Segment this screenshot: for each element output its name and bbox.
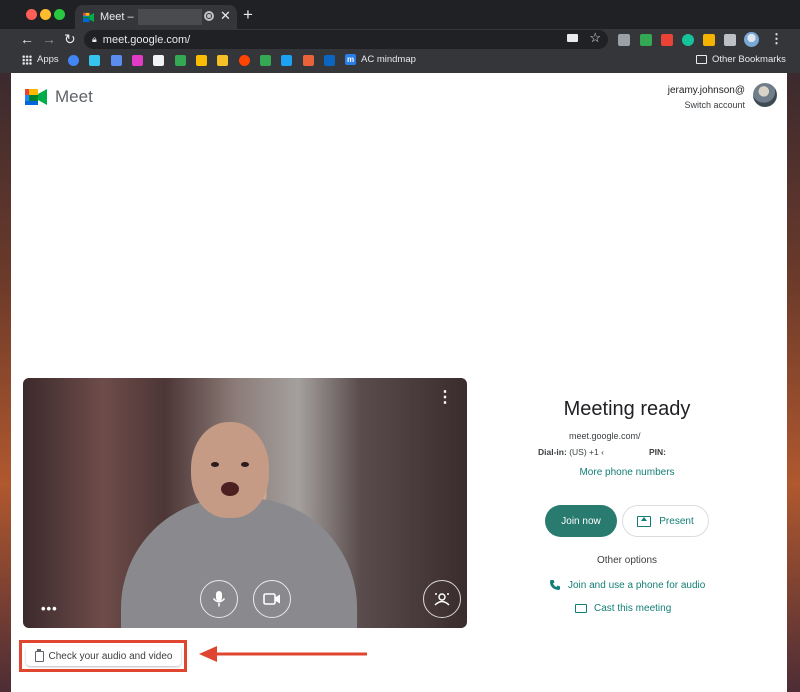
highlight-box: Check your audio and video xyxy=(19,640,187,672)
bookmark-icon[interactable] xyxy=(303,55,314,66)
bookmark-apps[interactable]: Apps xyxy=(22,54,59,65)
grammarly-icon[interactable] xyxy=(682,34,694,46)
other-bookmarks[interactable]: Other Bookmarks xyxy=(696,54,786,65)
bookmark-icon[interactable] xyxy=(260,55,271,66)
app-name: Meet xyxy=(55,87,93,106)
microphone-icon xyxy=(212,591,226,607)
extension-icon[interactable] xyxy=(618,34,630,46)
account-avatar[interactable] xyxy=(753,83,777,107)
visual-effects-icon xyxy=(434,593,450,606)
present-icon xyxy=(637,515,652,527)
eye xyxy=(241,462,249,467)
browser-chrome: Meet – ✕ + ← → ↻ 🔒︎ meet.google.com/ ☆ ⋮… xyxy=(0,0,800,73)
profile-avatar[interactable] xyxy=(744,32,759,47)
bookmark-icon[interactable] xyxy=(217,55,228,66)
account-info: jeramy.johnson@ Switch account xyxy=(668,85,745,110)
bookmark-label: AC mindmap xyxy=(361,54,416,65)
switch-account-link[interactable]: Switch account xyxy=(668,100,745,110)
dialin-number: (US) +1 ‹ xyxy=(569,447,604,457)
phone-audio-option[interactable]: Join and use a phone for audio xyxy=(549,579,705,591)
redacted-tab-text xyxy=(137,9,202,25)
extension-icon[interactable] xyxy=(703,34,715,46)
forward-arrow-icon[interactable]: → xyxy=(42,31,56,47)
apps-grid-icon xyxy=(22,54,32,65)
cast-option-label: Cast this meeting xyxy=(594,603,672,614)
microphone-button[interactable] xyxy=(200,580,238,618)
bookmark-icon[interactable] xyxy=(132,55,143,66)
bookmark-star-icon[interactable]: ☆ xyxy=(589,30,601,46)
camera-button[interactable] xyxy=(253,580,291,618)
navigation-bar: ← → ↻ 🔒︎ meet.google.com/ ☆ ⋮ xyxy=(0,29,800,49)
person-head xyxy=(191,422,269,518)
tab-strip: Meet – ✕ + xyxy=(0,0,800,29)
visual-effects-button[interactable] xyxy=(423,580,461,618)
minimize-window-button[interactable] xyxy=(40,9,51,20)
camera-icon xyxy=(263,593,280,605)
back-arrow-icon[interactable]: ← xyxy=(20,31,34,47)
bookmark-icon[interactable] xyxy=(89,55,100,66)
more-phone-numbers-link[interactable]: More phone numbers xyxy=(511,467,743,478)
check-audio-video-button[interactable]: Check your audio and video xyxy=(26,646,181,666)
url-text: meet.google.com/ xyxy=(102,33,191,46)
more-options-icon[interactable]: ••• xyxy=(41,601,58,616)
recording-indicator-icon xyxy=(204,11,214,21)
bookmark-icon[interactable] xyxy=(153,55,164,66)
meet-logo[interactable]: Meet xyxy=(25,87,93,107)
clipboard-icon xyxy=(34,648,44,662)
cast-meeting-option[interactable]: Cast this meeting xyxy=(575,603,671,614)
bookmark-label: Apps xyxy=(37,54,59,65)
new-tab-icon[interactable]: + xyxy=(243,5,253,25)
bookmark-ac-mindmap[interactable]: m AC mindmap xyxy=(345,54,416,65)
preview-options-icon[interactable]: ⋮ xyxy=(437,390,453,406)
meet-logo-icon xyxy=(25,89,47,105)
tab-title: Meet – xyxy=(100,11,134,23)
pin-label: PIN: xyxy=(649,447,666,457)
zoom-window-button[interactable] xyxy=(54,9,65,20)
other-options-heading: Other options xyxy=(596,555,658,566)
mindmap-icon: m xyxy=(345,54,356,65)
drive-icon[interactable] xyxy=(196,55,207,66)
lock-icon: 🔒︎ xyxy=(92,34,97,44)
folder-icon xyxy=(696,55,707,64)
extension-icon[interactable] xyxy=(661,34,673,46)
video-preview: ⋮ ••• xyxy=(23,378,467,628)
menu-dots-icon[interactable]: ⋮ xyxy=(770,31,783,47)
phone-option-label: Join and use a phone for audio xyxy=(568,579,706,591)
join-now-button[interactable]: Join now xyxy=(545,505,617,537)
dialin-label: Dial-in: xyxy=(538,447,567,457)
puzzle-icon[interactable] xyxy=(724,34,736,46)
tab-meet[interactable]: Meet – ✕ xyxy=(75,5,237,29)
address-bar[interactable]: 🔒︎ meet.google.com/ ☆ xyxy=(84,30,608,49)
mouth xyxy=(221,482,239,496)
close-window-button[interactable] xyxy=(26,9,37,20)
bookmark-label: Other Bookmarks xyxy=(712,54,786,65)
extension-icon[interactable] xyxy=(640,34,652,46)
arrow-annotation-icon xyxy=(199,646,367,662)
person-body xyxy=(121,498,357,628)
bookmark-icon[interactable] xyxy=(175,55,186,66)
close-tab-icon[interactable]: ✕ xyxy=(220,8,231,24)
meet-page: Meet jeramy.johnson@ Switch account ⋮ ••… xyxy=(11,73,787,692)
reddit-icon[interactable] xyxy=(239,55,250,66)
camera-in-use-icon[interactable] xyxy=(567,34,578,42)
account-email: jeramy.johnson@ xyxy=(667,85,745,96)
bookmark-icon[interactable] xyxy=(68,55,79,66)
page-title: Meeting ready xyxy=(563,398,691,420)
present-label: Present xyxy=(659,515,694,527)
dialin-info: Dial-in: (US) +1 ‹ xyxy=(538,447,604,457)
bookmarks-bar: Apps m AC mindmap Other Bookmarks xyxy=(0,51,800,71)
bookmark-icon[interactable] xyxy=(111,55,122,66)
reload-icon[interactable]: ↻ xyxy=(64,31,76,47)
meeting-url: meet.google.com/ xyxy=(569,431,641,441)
present-button[interactable]: Present xyxy=(622,505,709,537)
cast-icon xyxy=(575,604,587,613)
eye xyxy=(211,462,219,467)
phone-icon xyxy=(550,580,560,590)
twitter-icon[interactable] xyxy=(281,55,292,66)
check-label: Check your audio and video xyxy=(48,650,173,662)
linkedin-icon[interactable] xyxy=(324,55,335,66)
meet-favicon-icon xyxy=(83,12,94,22)
